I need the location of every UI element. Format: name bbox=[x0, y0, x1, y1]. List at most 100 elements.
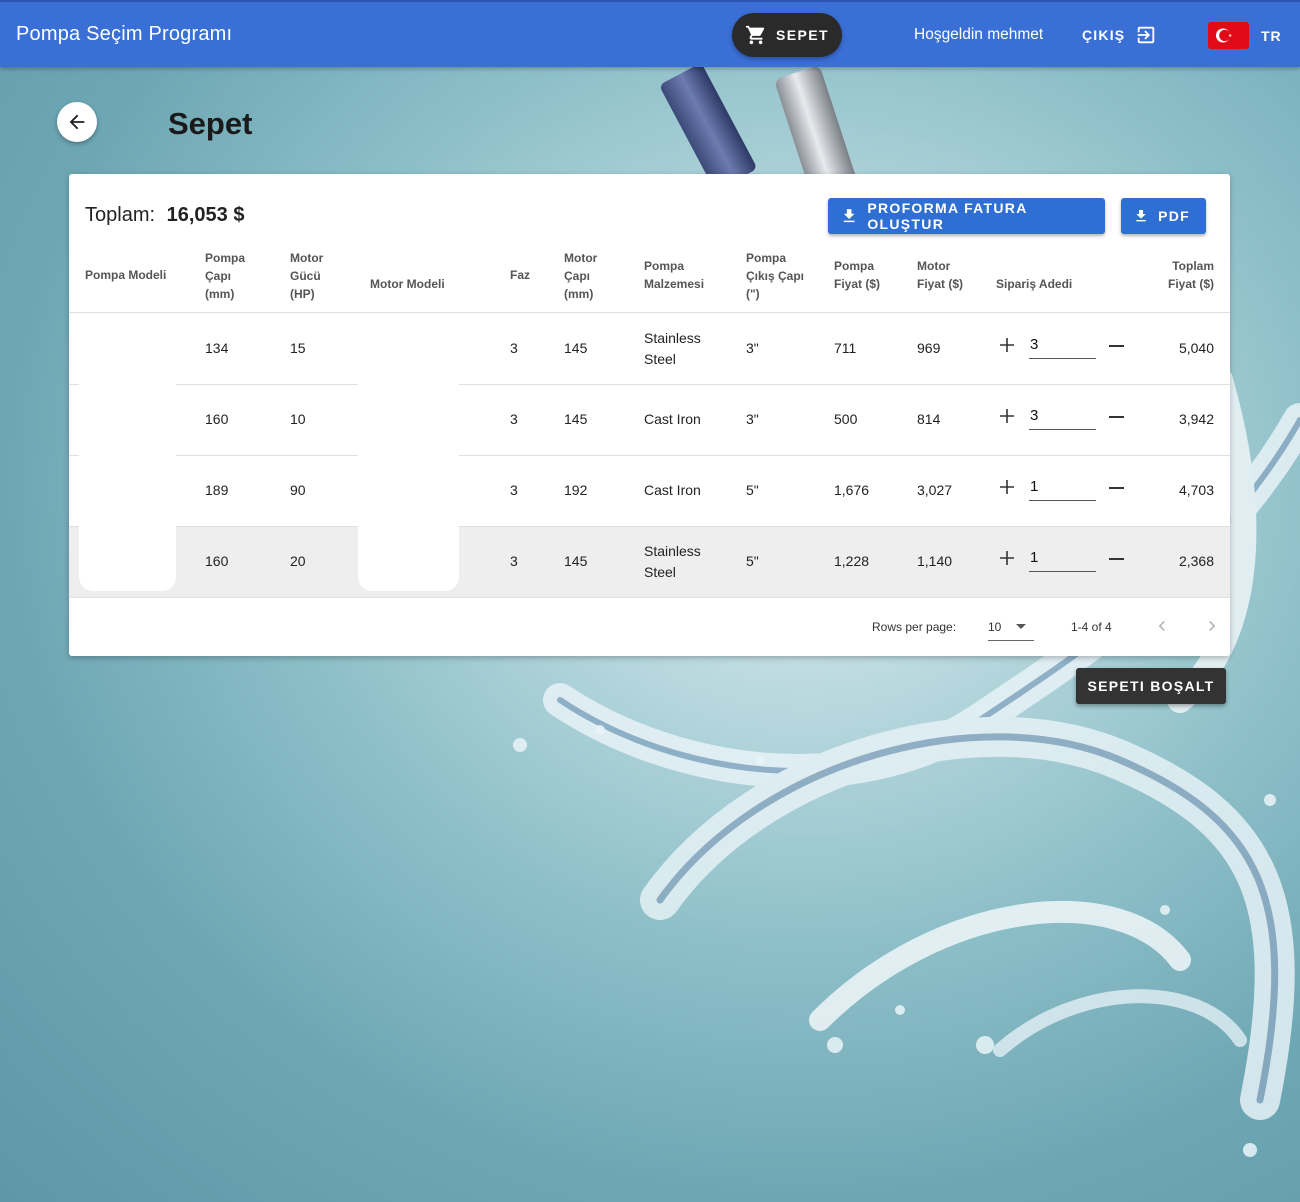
empty-cart-button[interactable]: SEPETI BOŞALT bbox=[1076, 668, 1226, 704]
chevron-down-icon bbox=[1016, 624, 1026, 629]
header-pump-diameter[interactable]: Pompa Çapı (mm) bbox=[205, 249, 249, 303]
increase-qty-button[interactable] bbox=[999, 404, 1015, 430]
cell-phase: 3 bbox=[510, 340, 518, 356]
pump-model-column-blank bbox=[79, 314, 176, 591]
cell-pump-price: 500 bbox=[834, 411, 858, 427]
cart-button[interactable]: SEPET bbox=[732, 13, 842, 57]
cell-total-price: 2,368 bbox=[1178, 553, 1214, 569]
app-bar: Pompa Seçim Programı SEPET Hoşgeldin meh… bbox=[0, 0, 1300, 67]
proforma-invoice-label: PROFORMA FATURA OLUŞTUR bbox=[867, 200, 1028, 232]
cell-motor-power: 90 bbox=[290, 482, 306, 498]
cell-total-price: 3,942 bbox=[1178, 411, 1214, 427]
pdf-button[interactable]: PDF bbox=[1121, 198, 1206, 234]
header-total-price[interactable]: Toplam Fiyat ($) bbox=[1164, 257, 1214, 293]
cell-pump-material: Stainless Steel bbox=[644, 543, 701, 580]
minus-icon[interactable] bbox=[1109, 416, 1124, 418]
header-motor-power[interactable]: Motor Gücü (HP) bbox=[290, 249, 330, 303]
order-qty-input[interactable] bbox=[1029, 331, 1096, 359]
plus-icon bbox=[1000, 409, 1014, 423]
download-icon bbox=[843, 209, 855, 223]
order-qty-input[interactable] bbox=[1029, 544, 1096, 572]
plus-icon bbox=[1000, 338, 1014, 352]
cell-motor-power: 15 bbox=[290, 340, 306, 356]
logout-button[interactable]: ÇIKIŞ bbox=[1082, 24, 1157, 46]
back-button[interactable] bbox=[57, 102, 97, 142]
cell-total-price: 5,040 bbox=[1178, 340, 1214, 356]
cell-motor-price: 969 bbox=[917, 340, 941, 356]
chevron-left-icon bbox=[1158, 621, 1165, 631]
cell-pump-diameter: 134 bbox=[205, 340, 229, 356]
table-row: 160 20 3 145 Stainless Steel 5" 1,228 1,… bbox=[69, 527, 1230, 598]
order-qty-input[interactable] bbox=[1029, 473, 1096, 501]
rows-per-page-select[interactable]: 10 bbox=[988, 612, 1034, 641]
order-qty-input[interactable] bbox=[1029, 402, 1096, 430]
logout-label: ÇIKIŞ bbox=[1082, 27, 1126, 43]
header-motor-diameter[interactable]: Motor Çapı (mm) bbox=[564, 249, 604, 303]
cell-pump-outlet: 5" bbox=[746, 482, 759, 498]
cell-motor-diameter: 145 bbox=[564, 411, 588, 427]
header-order-qty[interactable]: Sipariş Adedi bbox=[996, 275, 1086, 293]
language-selector[interactable]: TR bbox=[1208, 22, 1282, 49]
header-pump-price[interactable]: Pompa Fiyat ($) bbox=[834, 257, 884, 293]
download-icon bbox=[1136, 209, 1146, 222]
proforma-invoice-button[interactable]: PROFORMA FATURA OLUŞTUR bbox=[828, 198, 1105, 234]
header-pump-material[interactable]: Pompa Malzemesi bbox=[644, 257, 714, 293]
cell-motor-price: 3,027 bbox=[917, 482, 953, 498]
rows-per-page-value: 10 bbox=[988, 620, 1002, 634]
cart-card: Toplam: 16,053 $ PROFORMA FATURA OLUŞTUR… bbox=[69, 174, 1230, 656]
increase-qty-button[interactable] bbox=[999, 333, 1015, 359]
previous-page-button[interactable] bbox=[1152, 616, 1172, 636]
logout-icon bbox=[1138, 26, 1155, 44]
minus-icon[interactable] bbox=[1109, 487, 1124, 489]
rows-per-page-label: Rows per page: bbox=[872, 620, 957, 634]
next-page-button[interactable] bbox=[1202, 616, 1222, 636]
cell-pump-diameter: 189 bbox=[205, 482, 229, 498]
header-pump-outlet[interactable]: Pompa Çıkış Çapı (") bbox=[746, 249, 806, 303]
app-title: Pompa Seçim Programı bbox=[16, 23, 233, 45]
pagination-range: 1-4 of 4 bbox=[1071, 620, 1112, 634]
header-motor-price[interactable]: Motor Fiyat ($) bbox=[917, 257, 967, 293]
cell-pump-diameter: 160 bbox=[205, 553, 229, 569]
cell-pump-outlet: 3" bbox=[746, 340, 759, 356]
table-row: 189 90 3 192 Cast Iron 5" 1,676 3,027 4,… bbox=[69, 456, 1230, 527]
blue-pump-image bbox=[660, 64, 756, 190]
plus-icon bbox=[1000, 480, 1014, 494]
minus-icon[interactable] bbox=[1109, 558, 1124, 560]
minus-icon[interactable] bbox=[1109, 345, 1124, 347]
cell-pump-outlet: 5" bbox=[746, 553, 759, 569]
cell-pump-price: 1,676 bbox=[834, 482, 870, 498]
cell-motor-power: 10 bbox=[290, 411, 306, 427]
table-row: 160 10 3 145 Cast Iron 3" 500 814 3,942 bbox=[69, 385, 1230, 456]
cell-motor-price: 1,140 bbox=[917, 553, 953, 569]
table-header: Pompa Modeli Pompa Çapı (mm) Motor Gücü … bbox=[69, 251, 1230, 313]
cell-phase: 3 bbox=[510, 482, 518, 498]
cell-motor-diameter: 145 bbox=[564, 553, 588, 569]
total-label: Toplam: bbox=[85, 204, 156, 226]
header-motor-model[interactable]: Motor Modeli bbox=[370, 275, 460, 293]
pdf-label: PDF bbox=[1158, 208, 1190, 224]
header-pump-model[interactable]: Pompa Modeli bbox=[85, 266, 175, 284]
cell-pump-outlet: 3" bbox=[746, 411, 759, 427]
cart-button-label: SEPET bbox=[776, 27, 829, 43]
increase-qty-button[interactable] bbox=[999, 475, 1015, 501]
cell-phase: 3 bbox=[510, 411, 518, 427]
cell-motor-diameter: 192 bbox=[564, 482, 588, 498]
table-pagination: Rows per page: 10 1-4 of 4 bbox=[69, 598, 1230, 656]
cell-motor-power: 20 bbox=[290, 553, 306, 569]
arrow-left-icon bbox=[69, 114, 85, 130]
welcome-text: Hoşgeldin mehmet bbox=[914, 26, 1044, 43]
total-value: 16,053 $ bbox=[166, 204, 245, 226]
cell-phase: 3 bbox=[510, 553, 518, 569]
motor-model-column-blank bbox=[358, 314, 459, 591]
cell-pump-material: Cast Iron bbox=[644, 411, 701, 427]
table-row: 134 15 3 145 Stainless Steel 3" 711 969 … bbox=[69, 314, 1230, 385]
plus-icon bbox=[1000, 551, 1014, 565]
cart-icon bbox=[745, 25, 765, 45]
language-code: TR bbox=[1261, 27, 1282, 44]
cell-pump-diameter: 160 bbox=[205, 411, 229, 427]
header-phase[interactable]: Faz bbox=[510, 266, 540, 284]
chevron-right-icon bbox=[1209, 621, 1216, 631]
increase-qty-button[interactable] bbox=[999, 546, 1015, 572]
cell-motor-price: 814 bbox=[917, 411, 941, 427]
cell-pump-material: Cast Iron bbox=[644, 482, 701, 498]
